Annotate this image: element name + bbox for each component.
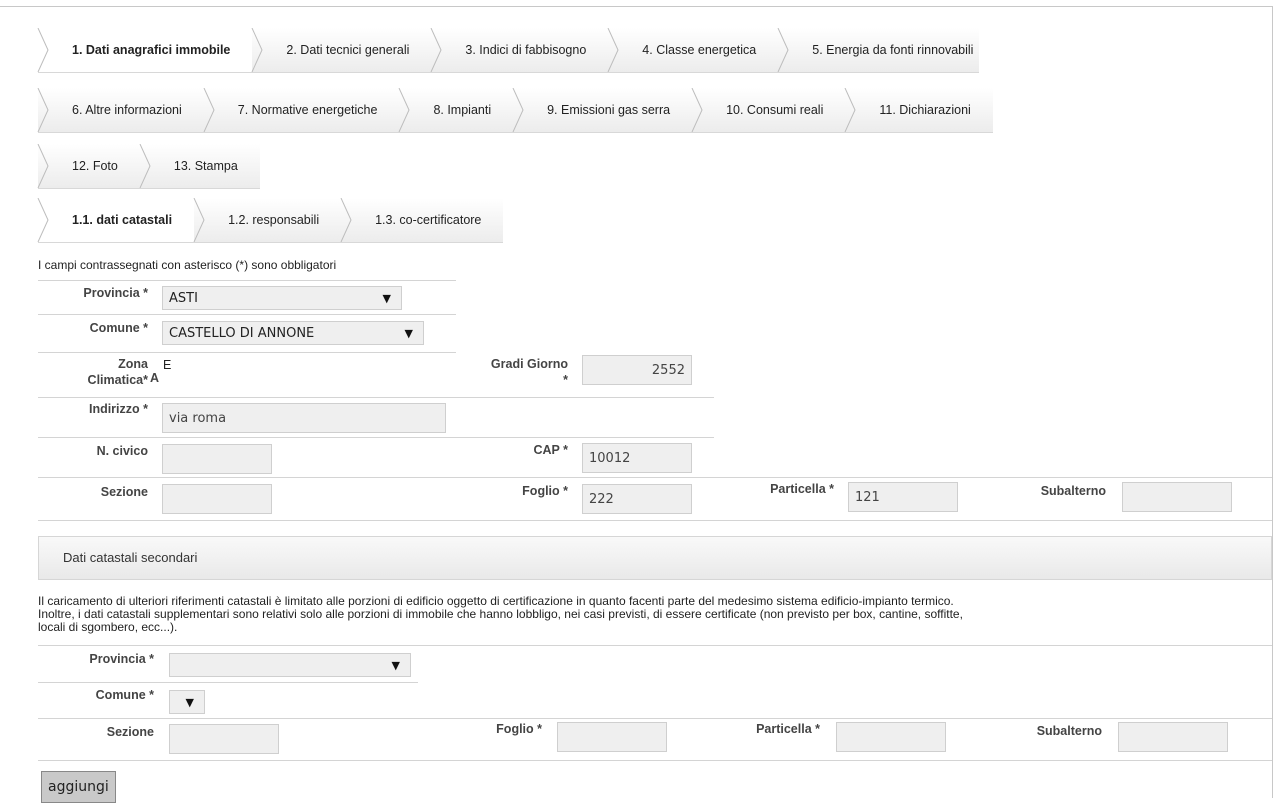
subalterno-label: Subalterno bbox=[1040, 484, 1106, 498]
tab-label: 9. Emissioni gas serra bbox=[547, 103, 671, 117]
tab-indici-fabbisogno[interactable]: 3. Indici di fabbisogno bbox=[430, 28, 608, 72]
row-divider bbox=[38, 280, 456, 281]
tab-label: 6. Altre informazioni bbox=[72, 103, 182, 117]
secondary-sezione-label: Sezione bbox=[106, 725, 154, 739]
comune-value: CASTELLO DI ANNONE bbox=[169, 326, 315, 341]
row-divider bbox=[38, 314, 456, 315]
foglio-label: Foglio * bbox=[522, 484, 568, 498]
secondary-comune-select[interactable]: ▼ bbox=[169, 690, 205, 714]
gradi-giorno-field[interactable]: 2552 bbox=[582, 355, 692, 385]
cap-field[interactable]: 10012 bbox=[582, 443, 692, 473]
provincia-label: Provincia * bbox=[83, 286, 148, 300]
tab-label: 10. Consumi reali bbox=[726, 103, 824, 117]
sezione-label: Sezione bbox=[100, 485, 148, 499]
subtab-label: 1.3. co-certificatore bbox=[375, 213, 482, 227]
required-fields-note: I campi contrassegnati con asterisco (*)… bbox=[38, 258, 337, 272]
particella-label: Particella * bbox=[770, 482, 834, 496]
subtab-co-certificatore[interactable]: 1.3. co-certificatore bbox=[340, 198, 503, 242]
tab-consumi-reali[interactable]: 10. Consumi reali bbox=[691, 88, 845, 132]
tab-label: 11. Dichiarazioni bbox=[879, 103, 971, 117]
tab-label: 2. Dati tecnici generali bbox=[286, 43, 410, 57]
tab-row-main-2: 6. Altre informazioni 7. Normative energ… bbox=[37, 88, 993, 133]
tab-label: 13. Stampa bbox=[173, 159, 238, 173]
tab-dati-tecnici[interactable]: 2. Dati tecnici generali bbox=[251, 28, 431, 72]
civico-field[interactable] bbox=[162, 444, 272, 474]
secondary-provincia-select[interactable]: ▼ bbox=[169, 653, 411, 677]
row-divider bbox=[38, 397, 714, 398]
secondary-sezione-field[interactable] bbox=[169, 724, 279, 754]
tab-label: 4. Classe energetica bbox=[642, 43, 757, 57]
secondary-particella-label: Particella * bbox=[756, 722, 820, 736]
tab-row-main-3: 12. Foto 13. Stampa bbox=[37, 144, 260, 189]
tab-energia-rinnovabili[interactable]: 5. Energia da fonti rinnovabili bbox=[777, 28, 979, 72]
add-button[interactable]: aggiungi bbox=[41, 771, 116, 803]
row-divider bbox=[38, 352, 456, 353]
gradi-giorno-label: Gradi Giorno * bbox=[490, 357, 568, 387]
row-divider bbox=[38, 477, 1272, 478]
top-border bbox=[0, 6, 1273, 7]
row-divider bbox=[38, 645, 1272, 646]
cap-label: CAP * bbox=[533, 443, 568, 457]
secondary-subalterno-field[interactable] bbox=[1118, 722, 1228, 752]
tab-stampa[interactable]: 13. Stampa bbox=[139, 144, 260, 188]
tab-row-main-1: 1. Dati anagrafici immobile 2. Dati tecn… bbox=[37, 28, 980, 73]
indirizzo-field[interactable]: via roma bbox=[162, 403, 446, 433]
tab-altre-informazioni[interactable]: 6. Altre informazioni bbox=[37, 88, 204, 132]
comune-select[interactable]: CASTELLO DI ANNONE ▼ bbox=[162, 321, 424, 345]
tab-emissioni-gas-serra[interactable]: 9. Emissioni gas serra bbox=[512, 88, 692, 132]
secondary-description: Il caricamento di ulteriori riferimenti … bbox=[38, 594, 963, 634]
row-divider bbox=[38, 437, 714, 438]
indirizzo-label: Indirizzo * bbox=[88, 402, 148, 416]
zona-climatica-label: Zona Climatica* bbox=[87, 357, 148, 387]
tab-label: 7. Normative energetiche bbox=[237, 103, 378, 117]
subtab-label: 1.2. responsabili bbox=[228, 213, 320, 227]
sezione-field[interactable] bbox=[162, 484, 272, 514]
zona-climatica-suffix: A bbox=[150, 371, 160, 385]
foglio-field[interactable]: 222 bbox=[582, 484, 692, 514]
tab-dichiarazioni[interactable]: 11. Dichiarazioni bbox=[844, 88, 992, 132]
row-divider bbox=[38, 718, 1272, 719]
chevron-down-icon: ▼ bbox=[382, 292, 391, 305]
secondary-section-header: Dati catastali secondari bbox=[38, 536, 1272, 580]
row-divider bbox=[38, 682, 418, 683]
tab-label: 12. Foto bbox=[72, 159, 118, 173]
chevron-down-icon: ▼ bbox=[391, 659, 400, 672]
comune-label: Comune * bbox=[89, 321, 148, 335]
chevron-down-icon: ▼ bbox=[185, 696, 194, 709]
secondary-provincia-label: Provincia * bbox=[89, 652, 154, 666]
secondary-foglio-field[interactable] bbox=[557, 722, 667, 752]
civico-label: N. civico bbox=[96, 444, 148, 458]
row-divider bbox=[38, 520, 1272, 521]
tab-impianti[interactable]: 8. Impianti bbox=[398, 88, 513, 132]
subalterno-field[interactable] bbox=[1122, 482, 1232, 512]
provincia-select[interactable]: ASTI ▼ bbox=[162, 286, 402, 310]
provincia-value: ASTI bbox=[169, 291, 198, 306]
right-border bbox=[1272, 6, 1273, 798]
tab-label: 3. Indici di fabbisogno bbox=[465, 43, 587, 57]
secondary-comune-label: Comune * bbox=[95, 688, 154, 702]
particella-field[interactable]: 121 bbox=[848, 482, 958, 512]
tab-foto[interactable]: 12. Foto bbox=[37, 144, 140, 188]
chevron-down-icon: ▼ bbox=[404, 327, 413, 340]
tab-dati-anagrafici[interactable]: 1. Dati anagrafici immobile bbox=[37, 28, 253, 72]
tab-classe-energetica[interactable]: 4. Classe energetica bbox=[607, 28, 778, 72]
tab-label: 5. Energia da fonti rinnovabili bbox=[812, 43, 974, 57]
subtab-dati-catastali[interactable]: 1.1. dati catastali bbox=[37, 198, 195, 242]
row-divider bbox=[38, 760, 1272, 761]
subtab-responsabili[interactable]: 1.2. responsabili bbox=[193, 198, 341, 242]
secondary-subalterno-label: Subalterno bbox=[1036, 724, 1102, 738]
secondary-foglio-label: Foglio * bbox=[496, 722, 542, 736]
tab-normative-energetiche[interactable]: 7. Normative energetiche bbox=[203, 88, 400, 132]
zona-climatica-value: E bbox=[163, 358, 172, 372]
subtab-row: 1.1. dati catastali 1.2. responsabili 1.… bbox=[37, 198, 504, 243]
secondary-particella-field[interactable] bbox=[836, 722, 946, 752]
subtab-label: 1.1. dati catastali bbox=[72, 213, 173, 227]
tab-label: 8. Impianti bbox=[433, 103, 492, 117]
tab-label: 1. Dati anagrafici immobile bbox=[72, 43, 231, 57]
